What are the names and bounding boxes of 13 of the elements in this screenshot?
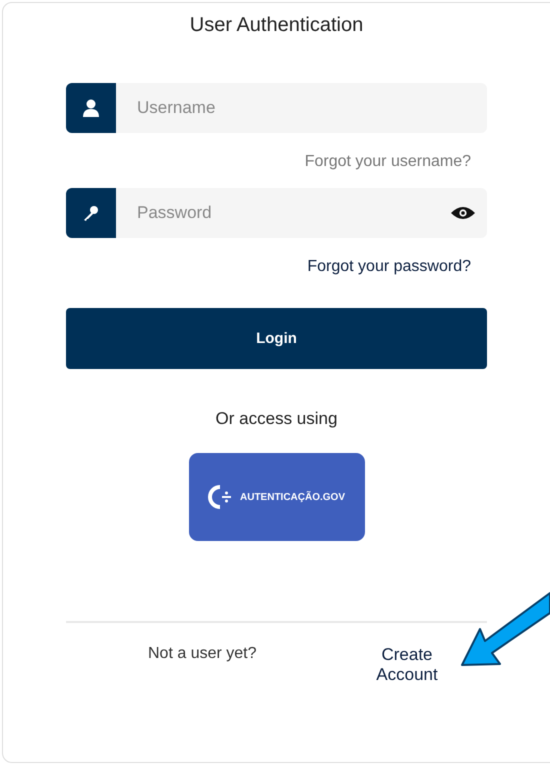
key-icon — [83, 205, 99, 221]
eye-icon[interactable] — [451, 206, 475, 220]
forgot-password-link[interactable]: Forgot your password? — [307, 258, 471, 276]
username-field[interactable]: Username — [116, 83, 487, 133]
user-icon — [83, 99, 99, 117]
forgot-username-link[interactable]: Forgot your username? — [304, 153, 471, 171]
gov-auth-button[interactable]: AUTENTICAÇÃO.GOV — [188, 453, 364, 541]
logo-icon — [208, 484, 232, 510]
signup-prompt: Not a user yet? — [148, 645, 256, 664]
alternative-access-label: Or access using — [216, 409, 338, 429]
create-account-link[interactable]: Create Account — [362, 645, 452, 685]
login-button[interactable]: Login — [66, 308, 487, 369]
form-title: User Authentication — [190, 14, 364, 38]
